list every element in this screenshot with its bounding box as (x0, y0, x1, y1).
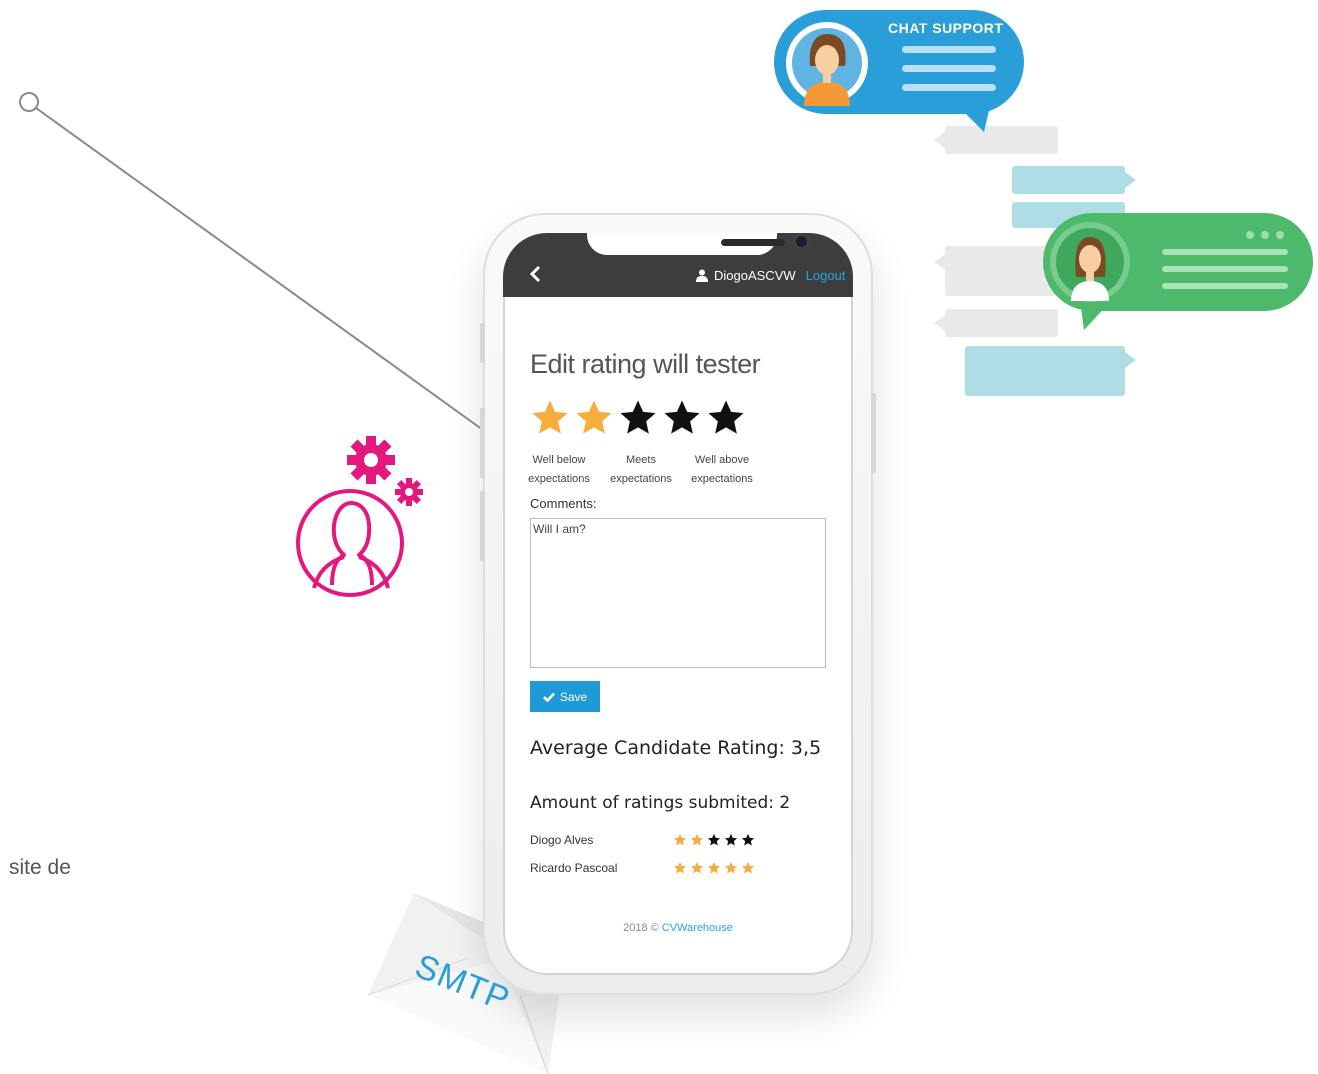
star-filled-icon (741, 861, 755, 874)
chat-line (1162, 283, 1288, 289)
star-filled-icon (707, 861, 721, 874)
star-filled-icon (690, 861, 704, 874)
rater-stars (673, 861, 755, 875)
logout-link[interactable]: Logout (806, 268, 846, 283)
average-rating: Average Candidate Rating: 3,5 (530, 737, 822, 759)
star-empty-icon[interactable] (662, 398, 702, 438)
ratings-count: Amount of ratings submited: 2 (530, 793, 791, 813)
footer-copyright: 2018 © (623, 922, 662, 934)
save-label: Save (559, 689, 588, 704)
chat-line (902, 65, 996, 72)
chat-line (1162, 266, 1288, 272)
star-filled-icon[interactable] (530, 398, 570, 438)
star-empty-icon (724, 833, 738, 846)
user-avatar (1050, 222, 1130, 302)
phone-mockup: DiogoASCVW Logout Edit rating will teste… (480, 213, 876, 995)
rating-row: Diogo Alves (530, 831, 770, 851)
support-agent-avatar (786, 22, 868, 106)
star-filled-icon (673, 833, 687, 846)
line-endpoint-circle (19, 92, 39, 112)
typing-dot (1246, 231, 1254, 239)
star-empty-icon (741, 833, 755, 846)
rater-stars (673, 833, 755, 847)
chevron-left-icon (529, 265, 541, 283)
chat-line (902, 46, 996, 53)
star-empty-icon (707, 833, 721, 846)
app-header: DiogoASCVW Logout (503, 233, 853, 297)
phone-side-button (480, 491, 485, 561)
star-filled-icon (673, 861, 687, 874)
star-empty-icon[interactable] (618, 398, 658, 438)
star-filled-icon[interactable] (574, 398, 614, 438)
phone-side-button (871, 393, 876, 473)
star-filled-icon (724, 861, 738, 874)
user-icon (696, 269, 708, 282)
rating-stars (530, 398, 746, 438)
chat-line (1162, 249, 1288, 255)
chat-support-title: CHAT SUPPORT (888, 20, 1004, 36)
footer: 2018 © CVWarehouse (530, 922, 826, 934)
user-settings-icon (296, 436, 423, 597)
username: DiogoASCVW (714, 268, 796, 283)
label-well-below: Well below expectations (528, 454, 590, 485)
phone-screen: DiogoASCVW Logout Edit rating will teste… (503, 233, 853, 975)
phone-side-button (480, 408, 485, 478)
star-empty-icon[interactable] (706, 398, 746, 438)
chat-reply-bubble (1043, 213, 1313, 311)
typing-dot (1261, 231, 1269, 239)
check-icon (542, 692, 555, 702)
phone-camera (796, 236, 807, 247)
chat-support-bubble: CHAT SUPPORT (774, 10, 1024, 114)
phone-speaker (721, 239, 785, 246)
rating-row: Ricardo Pascoal (530, 859, 770, 879)
comments-label: Comments: (530, 496, 597, 511)
side-text: site de (9, 856, 71, 879)
label-well-above: Well above expectations (691, 454, 753, 485)
rater-name: Ricardo Pascoal (530, 861, 618, 875)
rater-name: Diogo Alves (530, 833, 594, 847)
label-meets: Meets expectations (610, 454, 672, 485)
typing-dot (1276, 231, 1284, 239)
phone-side-button (480, 323, 485, 363)
back-button[interactable] (529, 265, 541, 287)
user-area: DiogoASCVW Logout (696, 268, 845, 283)
save-button[interactable]: Save (530, 681, 600, 712)
chat-line (902, 84, 996, 91)
phone-notch (587, 233, 807, 255)
footer-link[interactable]: CVWarehouse (662, 922, 733, 934)
comments-textarea[interactable]: Will I am? (530, 518, 826, 668)
star-filled-icon (690, 833, 704, 846)
connector-line (35, 107, 484, 431)
page-title: Edit rating will tester (530, 349, 761, 379)
